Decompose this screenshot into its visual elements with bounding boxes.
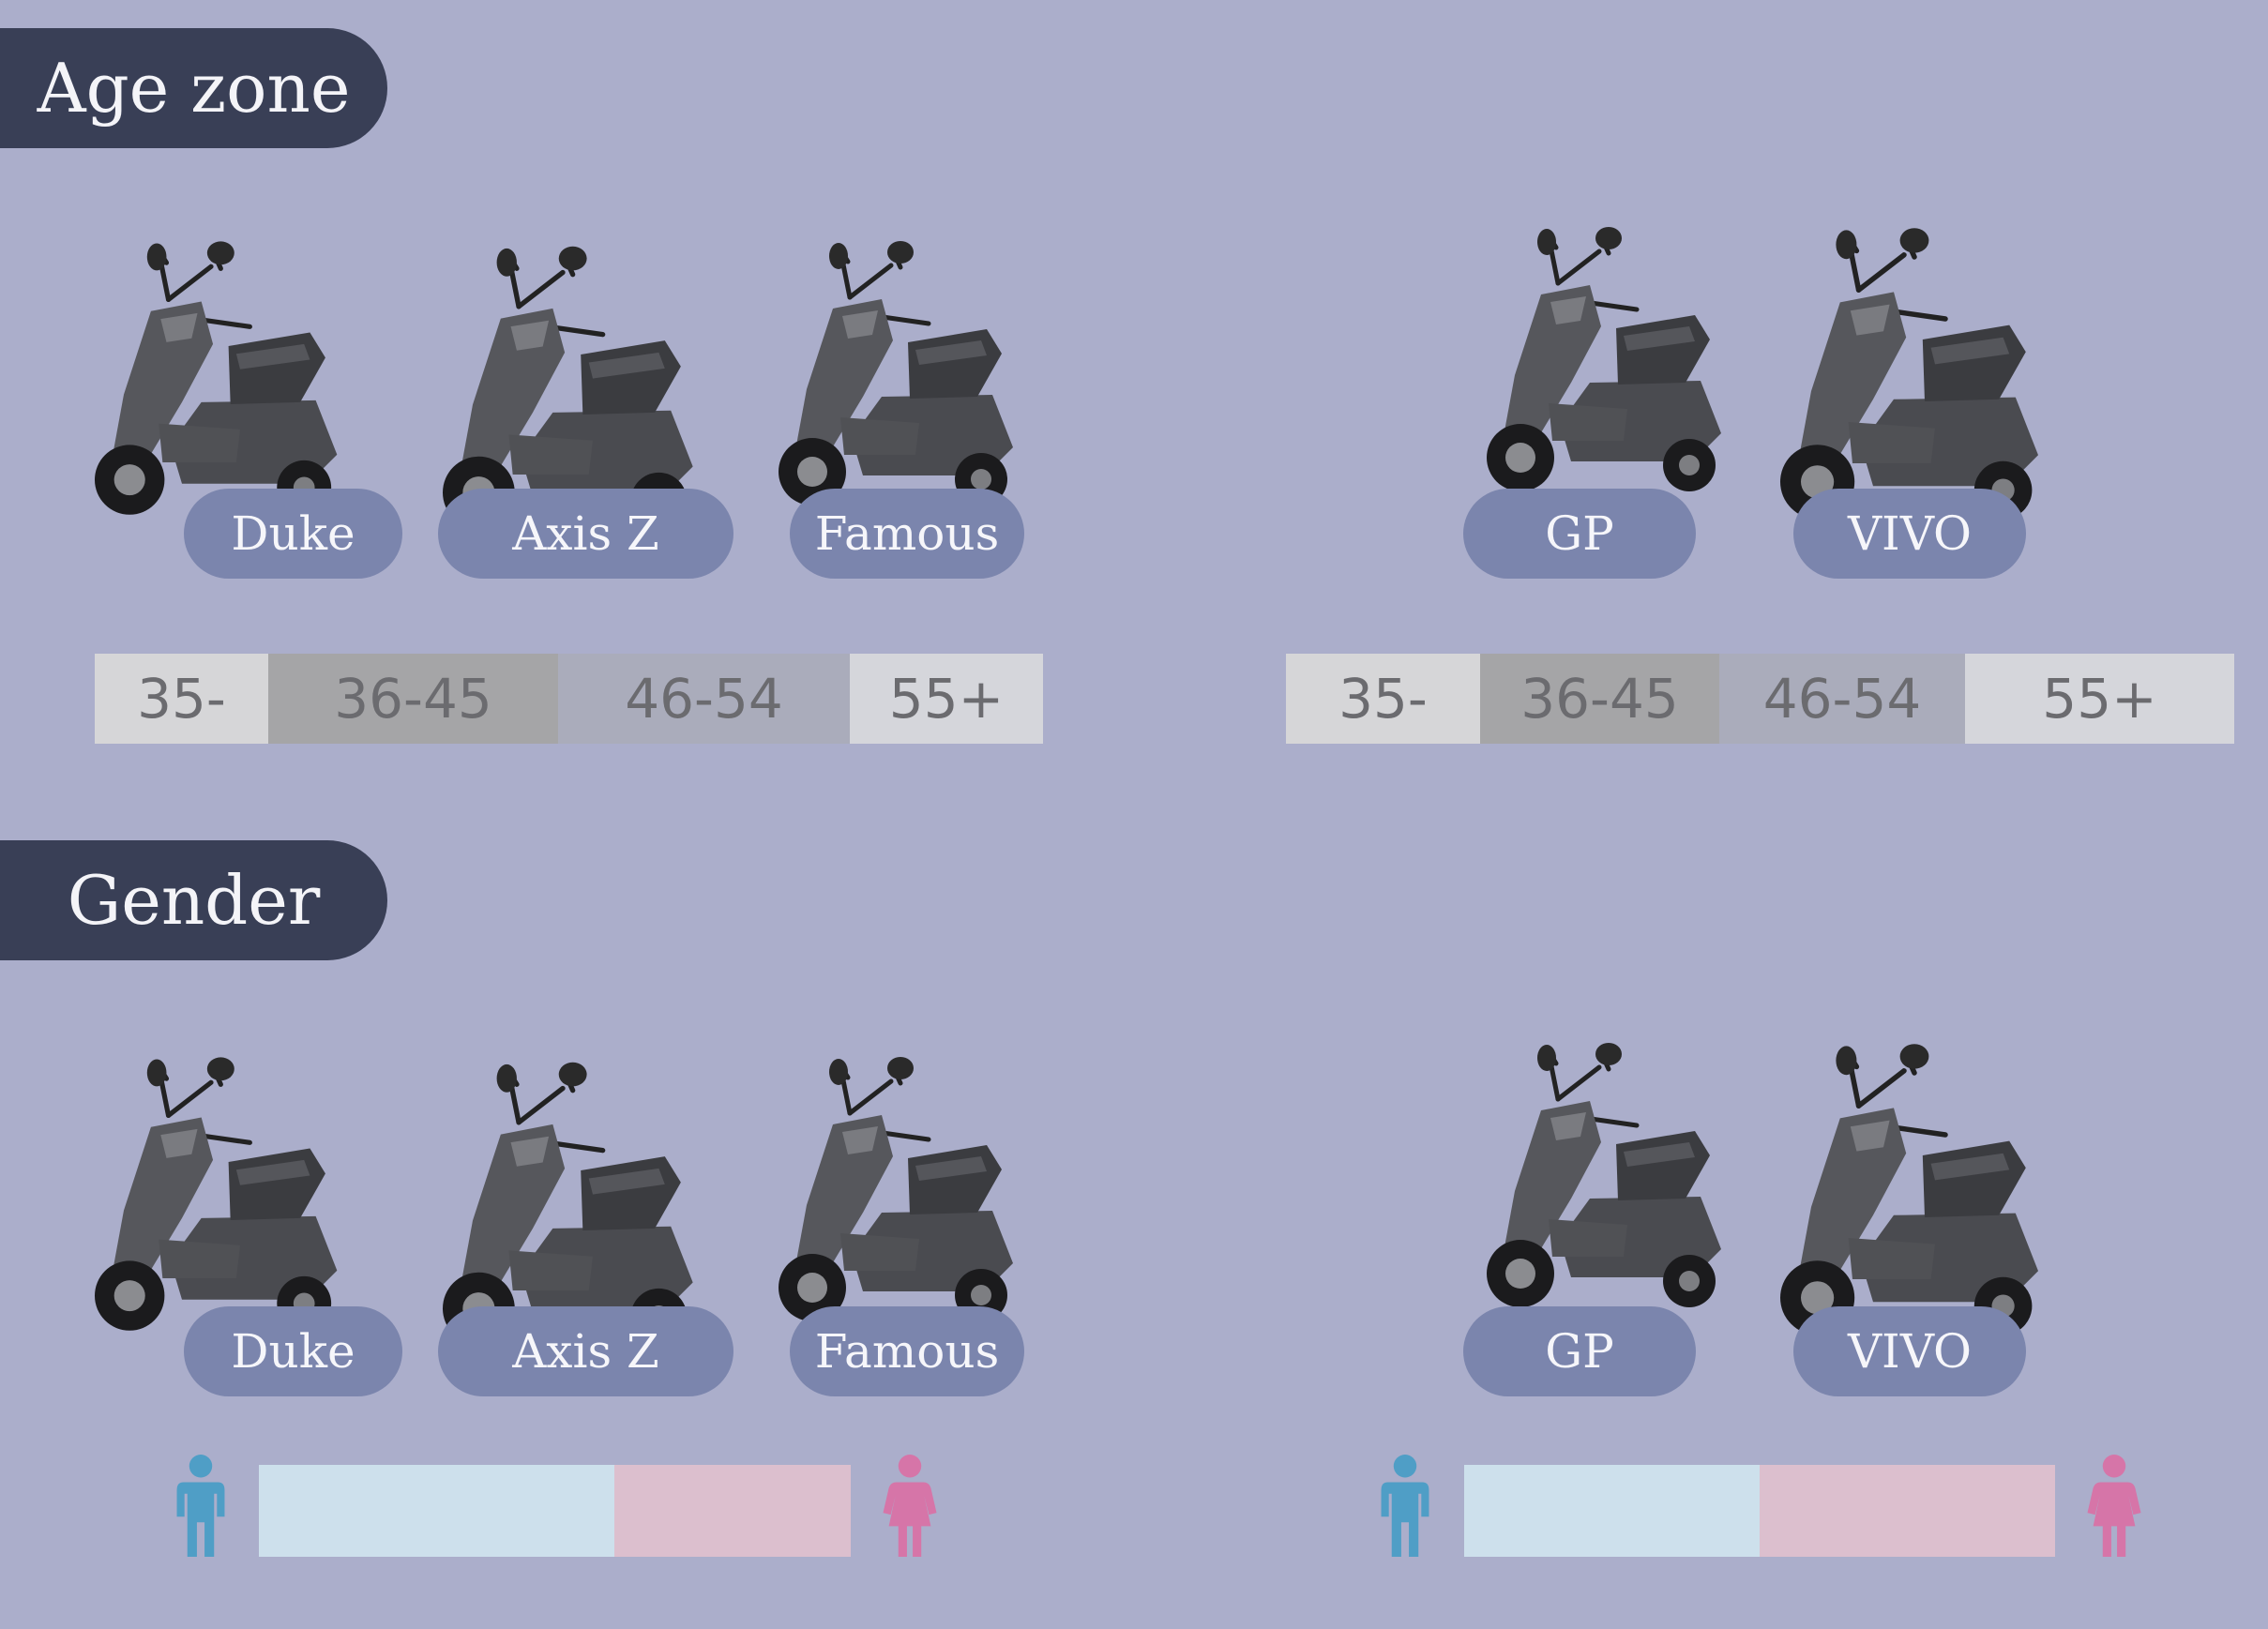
age-segment-36-45: 36-45 [1480, 654, 1719, 744]
model-label-famous: Famous [790, 489, 1024, 579]
female-person-icon [881, 1454, 939, 1559]
gp-scooter-image [1459, 1013, 1740, 1332]
gender-bar-right [1464, 1465, 2055, 1557]
age-bar-right: 35- 36-45 46-54 55+ [1286, 654, 2234, 744]
vivo-scooter-image [1749, 1027, 2059, 1346]
age-segment-35-under: 35- [1286, 654, 1480, 744]
model-label-gp: GP [1463, 489, 1696, 579]
gender-bar-male-segment [1464, 1465, 1760, 1557]
vivo-scooter-image [1749, 211, 2059, 530]
famous-scooter-image [750, 1032, 1032, 1341]
duke-scooter-image [66, 225, 356, 525]
age-bar-left: 35- 36-45 46-54 55+ [95, 654, 1043, 744]
duke-scooter-image [66, 1041, 356, 1341]
model-label-axis-z: Axis Z [438, 489, 733, 579]
age-zone-title: Age zone [0, 28, 387, 148]
gp-scooter-image [1459, 197, 1740, 516]
female-person-icon [2085, 1454, 2143, 1559]
model-label-axis-z: Axis Z [438, 1306, 733, 1396]
age-segment-46-54: 46-54 [558, 654, 850, 744]
male-person-icon [1376, 1454, 1434, 1559]
gender-bar-female-segment [613, 1465, 851, 1557]
model-label-vivo: VIVO [1793, 489, 2026, 579]
gender-bar-left [259, 1465, 851, 1557]
model-label-vivo: VIVO [1793, 1306, 2026, 1396]
gender-bar-female-segment [1760, 1465, 2055, 1557]
male-person-icon [172, 1454, 230, 1559]
age-segment-36-45: 36-45 [268, 654, 558, 744]
age-segment-55-plus: 55+ [1965, 654, 2234, 744]
age-segment-35-under: 35- [95, 654, 268, 744]
age-segment-55-plus: 55+ [850, 654, 1043, 744]
axis-z-scooter-image [413, 1050, 713, 1350]
age-segment-46-54: 46-54 [1719, 654, 1965, 744]
model-label-famous: Famous [790, 1306, 1024, 1396]
model-label-gp: GP [1463, 1306, 1696, 1396]
famous-scooter-image [750, 216, 1032, 525]
gender-title: Gender [0, 840, 387, 960]
gender-bar-male-segment [259, 1465, 614, 1557]
model-label-duke: Duke [184, 489, 402, 579]
model-label-duke: Duke [184, 1306, 402, 1396]
